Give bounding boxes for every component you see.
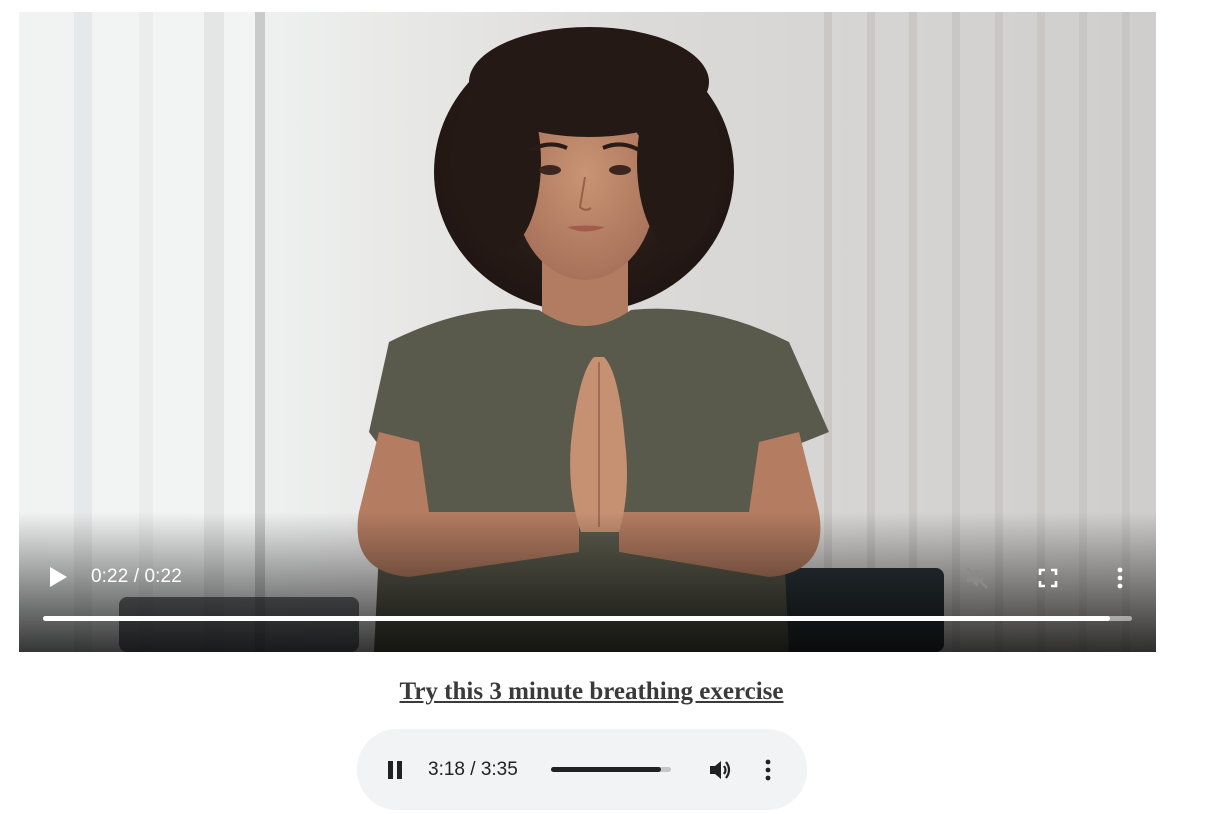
play-icon[interactable] xyxy=(47,565,69,589)
video-progress-bar[interactable] xyxy=(43,616,1132,621)
volume-muted-icon[interactable] xyxy=(964,565,990,591)
video-controls: 0:22 / 0:22 xyxy=(19,512,1156,652)
audio-time-display: 3:18 / 3:35 xyxy=(428,759,518,780)
audio-player: 3:18 / 3:35 xyxy=(357,729,807,810)
more-options-icon[interactable] xyxy=(760,758,776,782)
volume-icon[interactable] xyxy=(707,757,733,783)
more-options-icon[interactable] xyxy=(1112,566,1128,590)
video-player[interactable]: 0:22 / 0:22 xyxy=(19,12,1156,652)
video-progress-fill xyxy=(43,616,1111,621)
pause-icon[interactable] xyxy=(385,759,405,781)
video-time-display: 0:22 / 0:22 xyxy=(91,566,182,587)
fullscreen-icon[interactable] xyxy=(1037,567,1059,589)
breathing-exercise-link[interactable]: Try this 3 minute breathing exercise xyxy=(0,677,1183,707)
audio-progress-bar[interactable] xyxy=(551,767,671,772)
audio-progress-fill xyxy=(551,767,662,772)
